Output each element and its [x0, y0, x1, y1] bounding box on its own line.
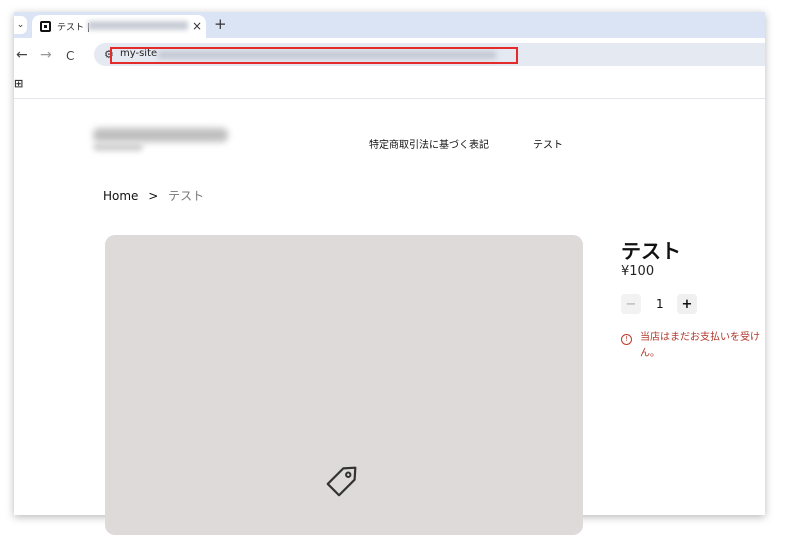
url-highlight-box [110, 47, 518, 64]
site-logo-subtitle [93, 143, 143, 151]
tag-icon [326, 466, 357, 497]
site-logo[interactable] [93, 128, 228, 142]
product-title: テスト [621, 239, 681, 263]
tab-title-redacted [88, 21, 188, 30]
tab-active[interactable]: テスト | × [32, 15, 206, 38]
close-icon[interactable]: × [192, 19, 202, 33]
breadcrumb: Home > テスト [103, 187, 204, 204]
quantity-increase-button[interactable]: + [677, 294, 697, 314]
bookmarks-bar: ⊞ [14, 72, 765, 99]
tab-title: テスト | [57, 23, 90, 33]
breadcrumb-separator: > [148, 189, 159, 203]
square-favicon-icon [40, 21, 51, 32]
apps-icon[interactable]: ⊞ [14, 77, 23, 90]
nav-link-test[interactable]: テスト [533, 136, 563, 151]
new-tab-button[interactable]: + [214, 16, 227, 32]
breadcrumb-home[interactable]: Home [103, 189, 138, 203]
alert-icon: ! [621, 334, 632, 345]
nav-link-legal[interactable]: 特定商取引法に基づく表記 [369, 136, 489, 151]
tab-strip: ⌄ テスト | × + [14, 12, 765, 38]
payment-notice: 当店はまだお支払いを受けん。 [640, 332, 760, 359]
reload-icon[interactable]: C [66, 48, 74, 64]
forward-arrow-icon[interactable]: → [40, 47, 52, 63]
product-image-placeholder [105, 235, 583, 535]
quantity-decrease-button[interactable]: − [621, 294, 641, 314]
quantity-value: 1 [656, 297, 664, 311]
site-header: 特定商取引法に基づく表記 テスト [14, 99, 765, 169]
back-arrow-icon[interactable]: ← [16, 47, 28, 63]
product-price: ¥100 [621, 264, 655, 279]
tab-search-icon[interactable]: ⌄ [14, 16, 27, 34]
breadcrumb-current: テスト [168, 189, 205, 203]
